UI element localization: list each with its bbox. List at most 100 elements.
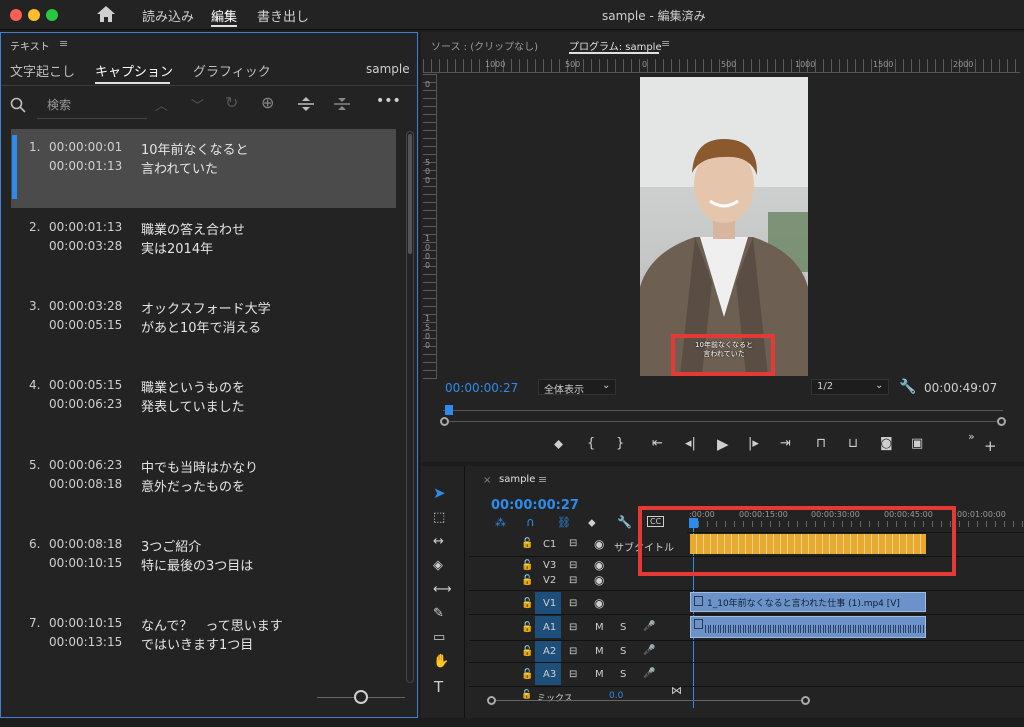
caption-text-line2[interactable]: があと10年で消える bbox=[141, 317, 261, 336]
scroll-end-handle[interactable] bbox=[801, 696, 810, 705]
tab-captions[interactable]: キャプション bbox=[95, 61, 173, 80]
more-options-icon[interactable]: ••• bbox=[376, 93, 401, 109]
caption-text-line1[interactable]: 職業というものを bbox=[141, 377, 245, 396]
zoom-bar-start-handle[interactable] bbox=[440, 417, 449, 426]
caption-text-line2[interactable]: 特に最後の3つ目は bbox=[141, 555, 253, 574]
caption-row-6[interactable]: 6. 00:00:08:18 00:00:10:15 3つご紹介 特に最後の3つ… bbox=[11, 526, 396, 605]
sync-lock-icon[interactable]: ⊟ bbox=[569, 575, 577, 586]
sync-lock-icon[interactable]: ⊟ bbox=[569, 538, 577, 549]
home-icon[interactable] bbox=[96, 5, 116, 23]
chevron-up-icon[interactable]: ︿ bbox=[155, 95, 168, 114]
caption-text-line1[interactable]: 10年前なくなると bbox=[141, 139, 249, 158]
eye-icon[interactable]: ◉ bbox=[594, 558, 604, 572]
microphone-icon[interactable]: 🎤 bbox=[643, 645, 655, 656]
compare-icon[interactable]: ▣ bbox=[911, 436, 923, 451]
timeline-scrollbar[interactable] bbox=[489, 700, 809, 701]
zoom-slider-handle[interactable] bbox=[354, 690, 368, 704]
playhead-marker[interactable] bbox=[445, 405, 453, 415]
nest-icon[interactable]: ⁂ bbox=[495, 516, 506, 529]
quality-select[interactable]: 1/2 ⌄ bbox=[811, 379, 889, 395]
go-to-out-icon[interactable]: ⇥ bbox=[780, 436, 791, 451]
linked-selection-icon[interactable]: ⛓ bbox=[557, 516, 571, 529]
camera-icon[interactable]: ◙ bbox=[880, 436, 893, 451]
nav-edit[interactable]: 編集 bbox=[211, 6, 237, 25]
sync-lock-icon[interactable]: ⊟ bbox=[569, 669, 577, 680]
lock-icon[interactable]: 🔓 bbox=[521, 598, 533, 609]
caption-text-line2[interactable]: 発表していました bbox=[141, 396, 245, 415]
caption-text-line1[interactable]: なんで？ って思います bbox=[141, 615, 283, 634]
add-caption-icon[interactable]: ⊕ bbox=[261, 93, 274, 112]
playhead-timecode[interactable]: 00:00:00:27 bbox=[445, 381, 518, 395]
button-editor-icon[interactable]: + bbox=[984, 437, 997, 455]
sync-lock-icon[interactable]: ⊟ bbox=[569, 560, 577, 571]
mute-button[interactable]: M bbox=[595, 622, 604, 633]
caption-row-1[interactable]: 1. 00:00:00:01 00:00:01:13 10年前なくなると 言われ… bbox=[11, 129, 396, 208]
lock-icon[interactable]: 🔓 bbox=[521, 560, 533, 571]
caption-row-7[interactable]: 7. 00:00:10:15 00:00:13:15 なんで？ って思います で… bbox=[11, 605, 396, 684]
zoom-bar-end-handle[interactable] bbox=[997, 417, 1006, 426]
caption-text-line2[interactable]: 意外だったものを bbox=[141, 476, 245, 495]
scrollbar-thumb[interactable] bbox=[408, 134, 412, 254]
lock-icon[interactable]: 🔓 bbox=[521, 575, 533, 586]
go-to-in-icon[interactable]: ⇤ bbox=[652, 436, 663, 451]
microphone-icon[interactable]: 🎤 bbox=[643, 621, 655, 632]
caption-text-line1[interactable]: 3つご紹介 bbox=[141, 536, 201, 555]
merge-caption-icon[interactable] bbox=[333, 96, 351, 112]
add-marker-icon[interactable]: ⬥ bbox=[554, 437, 563, 452]
timeline-timecode[interactable]: 00:00:00:27 bbox=[491, 498, 579, 513]
lock-icon[interactable]: 🔓 bbox=[521, 669, 533, 680]
scrub-ruler[interactable] bbox=[443, 410, 1003, 411]
sync-lock-icon[interactable]: ⊟ bbox=[569, 646, 577, 657]
lift-icon[interactable]: ⊓ bbox=[816, 436, 826, 451]
rectangle-tool-icon[interactable]: ▭ bbox=[433, 630, 445, 645]
caption-row-2[interactable]: 2. 00:00:01:13 00:00:03:28 職業の答え合わせ 実は20… bbox=[11, 209, 396, 288]
close-sequence-icon[interactable]: × bbox=[483, 475, 491, 486]
caption-text-line1[interactable]: 中でも当時はかなり bbox=[141, 457, 258, 476]
caption-text-line1[interactable]: オックスフォード大学 bbox=[141, 298, 271, 317]
selection-tool-icon[interactable]: ➤ bbox=[433, 484, 446, 502]
mute-button[interactable]: M bbox=[595, 669, 604, 680]
lock-icon[interactable]: 🔓 bbox=[521, 690, 532, 700]
mark-in-icon[interactable]: { bbox=[587, 436, 595, 451]
play-icon[interactable]: ▶ bbox=[717, 435, 729, 453]
minimize-window-button[interactable] bbox=[28, 9, 40, 21]
eye-icon[interactable]: ◉ bbox=[594, 573, 604, 587]
step-back-icon[interactable]: ◂| bbox=[685, 436, 696, 451]
caption-row-4[interactable]: 4. 00:00:05:15 00:00:06:23 職業というものを 発表して… bbox=[11, 367, 396, 446]
solo-button[interactable]: S bbox=[620, 669, 626, 680]
more-controls-icon[interactable]: » bbox=[968, 430, 975, 443]
search-input[interactable]: 検索 bbox=[47, 96, 71, 113]
solo-button[interactable]: S bbox=[620, 622, 626, 633]
pen-tool-icon[interactable]: ✎ bbox=[433, 606, 444, 621]
caption-row-5[interactable]: 5. 00:00:06:23 00:00:08:18 中でも当時はかなり 意外だ… bbox=[11, 447, 396, 526]
timeline-settings-icon[interactable]: 🔧 bbox=[617, 515, 632, 529]
ripple-edit-tool-icon[interactable]: ↔ bbox=[433, 534, 444, 549]
chevron-down-icon[interactable]: ﹀ bbox=[191, 95, 204, 114]
lock-icon[interactable]: 🔓 bbox=[521, 622, 533, 633]
split-caption-icon[interactable] bbox=[297, 96, 315, 112]
caption-scrollbar[interactable] bbox=[406, 131, 414, 683]
zoom-bar[interactable] bbox=[443, 421, 1003, 422]
video-clip[interactable]: 1_10年前なくなると言われた仕事 (1).mp4 [V] bbox=[690, 592, 926, 612]
sequence-menu-icon[interactable]: ≡ bbox=[538, 473, 547, 486]
add-marker-icon[interactable]: ⬥ bbox=[588, 516, 596, 530]
caption-text-line1[interactable]: 職業の答え合わせ bbox=[141, 219, 245, 238]
track-select-tool-icon[interactable]: ⬚ bbox=[433, 510, 445, 525]
lock-icon[interactable]: 🔓 bbox=[521, 646, 533, 657]
sync-lock-icon[interactable]: ⊟ bbox=[569, 622, 577, 633]
tab-transcript[interactable]: 文字起こし bbox=[10, 61, 75, 80]
snap-icon[interactable]: ∩ bbox=[526, 515, 535, 529]
slip-tool-icon[interactable]: ⟷ bbox=[433, 582, 452, 597]
wrench-icon[interactable]: 🔧 bbox=[899, 379, 916, 395]
hand-tool-icon[interactable]: ✋ bbox=[433, 654, 449, 669]
razor-tool-icon[interactable]: ◈ bbox=[433, 558, 443, 573]
tab-source[interactable]: ソース : (クリップなし) bbox=[431, 38, 538, 53]
nav-export[interactable]: 書き出し bbox=[257, 6, 309, 25]
type-tool-icon[interactable]: T bbox=[434, 678, 443, 696]
mark-out-icon[interactable]: } bbox=[616, 436, 624, 451]
step-forward-icon[interactable]: |▸ bbox=[748, 436, 759, 451]
close-window-button[interactable] bbox=[10, 9, 22, 21]
eye-icon[interactable]: ◉ bbox=[594, 596, 604, 610]
extract-icon[interactable]: ⊔ bbox=[848, 436, 858, 451]
audio-clip[interactable] bbox=[690, 616, 926, 638]
